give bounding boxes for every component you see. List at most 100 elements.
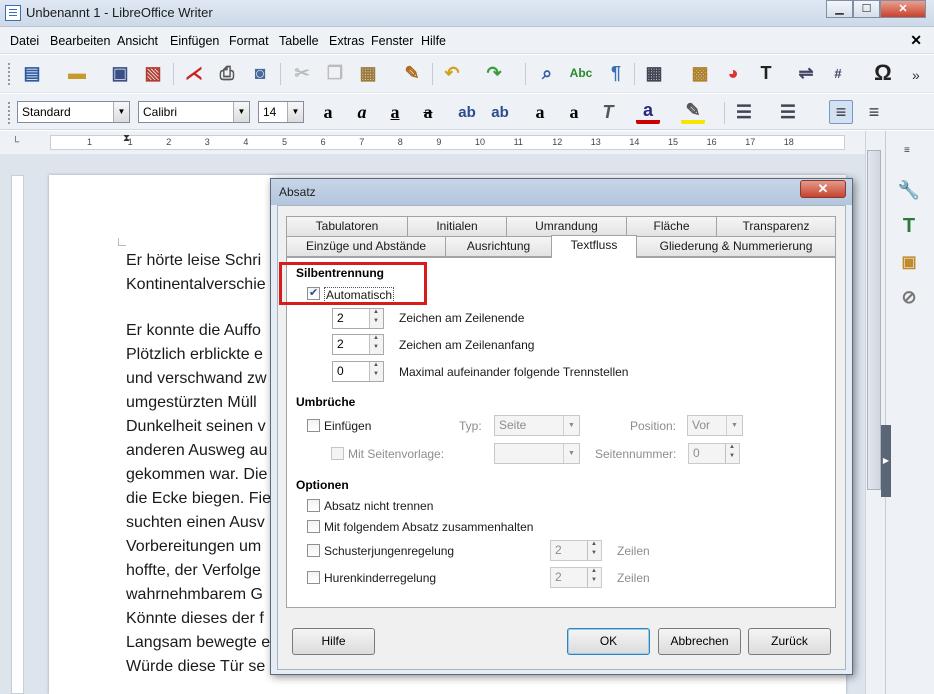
document-line[interactable]: suchten einen Ausv — [126, 514, 265, 532]
close-document-icon[interactable]: ✕ — [910, 32, 922, 49]
clear-formatting-icon[interactable]: T — [596, 100, 620, 124]
document-line[interactable]: Könnte dieses der f — [126, 610, 264, 628]
spellcheck-icon[interactable]: Abc — [569, 61, 593, 85]
max-trennstellen-spin[interactable]: 0 — [332, 361, 384, 382]
tab-ausrichtung[interactable]: Ausrichtung — [445, 236, 552, 257]
save-icon[interactable]: ▣ — [108, 61, 132, 85]
maximize-button[interactable]: ☐ — [853, 0, 880, 18]
document-line[interactable]: Plötzlich erblickte e — [126, 346, 263, 364]
gallery-icon[interactable]: ▣ — [897, 250, 921, 274]
bullet-list-icon[interactable]: ☰ — [732, 100, 756, 124]
menu-tabelle[interactable]: Tabelle — [279, 34, 319, 48]
outline-icon[interactable]: a — [562, 100, 586, 124]
cut-icon[interactable]: ✂ — [290, 61, 314, 85]
bold-icon[interactable]: a — [316, 100, 340, 124]
seitenvorlage-checkbox[interactable] — [331, 447, 344, 460]
reset-button[interactable]: Zurück — [748, 628, 831, 655]
position-select[interactable]: Vor ▼ — [687, 415, 743, 436]
menu-einfuegen[interactable]: Einfügen — [170, 34, 219, 48]
italic-icon[interactable]: a — [350, 100, 374, 124]
zusammenhalten-checkbox[interactable] — [307, 520, 320, 533]
zusammenhalten-label[interactable]: Mit folgendem Absatz zusammenhalten — [324, 520, 533, 534]
new-document-icon[interactable]: ▤ — [20, 61, 44, 85]
chevron-down-icon[interactable]: ▼ — [113, 102, 129, 122]
zeichen-zeilenende-spin[interactable]: 2 — [332, 308, 384, 329]
document-line[interactable]: umgestürzten Müll — [126, 394, 257, 412]
document-line[interactable]: Würde diese Tür se — [126, 658, 265, 676]
formatting-marks-icon[interactable]: ¶ — [604, 61, 628, 85]
hurenkinder-label[interactable]: Hurenkinderregelung — [324, 571, 436, 585]
sidebar-menu-icon[interactable]: ≡ — [904, 145, 910, 156]
document-line[interactable]: Er konnte die Auffo — [126, 322, 261, 340]
insert-table-icon[interactable]: ▦ — [642, 61, 666, 85]
tab-textfluss[interactable]: Textfluss — [551, 235, 637, 258]
menu-hilfe[interactable]: Hilfe — [421, 34, 446, 48]
hurenkinder-spin[interactable]: 2 — [550, 567, 602, 588]
clone-formatting-icon[interactable]: ✎ — [400, 61, 424, 85]
menu-bearbeiten[interactable]: Bearbeiten — [50, 34, 110, 48]
print-preview-icon[interactable]: ◙ — [248, 61, 272, 85]
menu-extras[interactable]: Extras — [329, 34, 364, 48]
insert-textbox-icon[interactable]: T — [754, 61, 778, 85]
schusterjungen-label[interactable]: Schusterjungenregelung — [324, 544, 454, 558]
horizontal-ruler[interactable]: ⧗ 1 1 2 3 4 5 6 7 8 9 10 11 12 13 14 15 16 17 18 — [50, 133, 845, 150]
chevron-down-icon[interactable]: ▼ — [233, 102, 249, 122]
superscript-icon[interactable]: ab — [455, 100, 479, 124]
document-line[interactable]: und verschwand zw — [126, 370, 267, 388]
seitenvorlage-select[interactable]: ▼ — [494, 443, 580, 464]
close-window-button[interactable]: ✕ — [880, 0, 926, 18]
help-button[interactable]: Hilfe — [292, 628, 375, 655]
open-folder-icon[interactable]: ▬ — [65, 61, 89, 85]
tab-flaeche[interactable]: Fläche — [626, 216, 717, 237]
pdf-icon[interactable]: ⋌ — [182, 61, 206, 85]
tab-gliederung[interactable]: Gliederung & Nummerierung — [636, 236, 836, 257]
toolbar-grip[interactable] — [8, 102, 11, 124]
einfuegen-checkbox[interactable] — [307, 419, 320, 432]
menu-fenster[interactable]: Fenster — [371, 34, 413, 48]
align-center-icon[interactable]: ≡ — [862, 100, 886, 124]
menu-ansicht[interactable]: Ansicht — [117, 34, 158, 48]
absatz-nicht-trennen-checkbox[interactable] — [307, 499, 320, 512]
dialog-titlebar[interactable]: Absatz ✕ — [271, 179, 852, 205]
tab-stop-selector-icon[interactable]: └ — [12, 137, 19, 148]
ok-button[interactable]: OK — [567, 628, 650, 655]
paste-icon[interactable]: ▦ — [356, 61, 380, 85]
hurenkinder-checkbox[interactable] — [307, 571, 320, 584]
cancel-button[interactable]: Abbrechen — [658, 628, 741, 655]
insert-field-icon[interactable]: # — [826, 61, 850, 85]
menu-format[interactable]: Format — [229, 34, 269, 48]
numbered-list-icon[interactable]: ☰ — [776, 100, 800, 124]
subscript-icon[interactable]: ab — [488, 100, 512, 124]
document-line[interactable]: hoffte, der Verfolge — [126, 562, 261, 580]
vertical-ruler[interactable] — [11, 175, 24, 694]
document-line[interactable]: wahrnehmbarem G — [126, 586, 263, 604]
einfuegen-label[interactable]: Einfügen — [324, 419, 371, 433]
menu-datei[interactable]: Datei — [10, 34, 39, 48]
special-character-icon[interactable]: Ω — [871, 60, 895, 85]
spin-arrows-icon[interactable] — [369, 309, 383, 328]
strikethrough-icon[interactable]: a — [416, 100, 440, 124]
font-name-combo[interactable]: Calibri ▼ — [138, 101, 250, 123]
insert-chart-icon[interactable]: ◕ — [721, 61, 745, 85]
seitennummer-spin[interactable]: 0 — [688, 443, 740, 464]
document-line[interactable]: Er hörte leise Schri — [126, 252, 261, 270]
schusterjungen-spin[interactable]: 2 — [550, 540, 602, 561]
toolbar-overflow-icon[interactable]: » — [912, 67, 920, 83]
schusterjungen-checkbox[interactable] — [307, 544, 320, 557]
export-pdf-icon[interactable]: ▧ — [141, 61, 165, 85]
spin-arrows-icon[interactable] — [369, 335, 383, 354]
document-line[interactable]: die Ecke biegen. Fie — [126, 490, 271, 508]
print-icon[interactable]: ⎙ — [215, 61, 239, 85]
tab-transparenz[interactable]: Transparenz — [716, 216, 836, 237]
paragraph-style-combo[interactable]: Standard ▼ — [17, 101, 130, 123]
typ-select[interactable]: Seite ▼ — [494, 415, 580, 436]
properties-icon[interactable]: 🔧 — [897, 178, 921, 202]
document-line[interactable]: Langsam bewegte e — [126, 634, 270, 652]
shadow-icon[interactable]: a — [528, 100, 552, 124]
tab-initialen[interactable]: Initialen — [407, 216, 507, 237]
navigator-icon[interactable]: ⊘ — [897, 285, 921, 309]
minimize-button[interactable]: ▁ — [826, 0, 853, 18]
document-line[interactable]: Dunkelheit seinen v — [126, 418, 266, 436]
page-break-icon[interactable]: ⇌ — [794, 61, 818, 85]
insert-image-icon[interactable]: ▩ — [688, 61, 712, 85]
